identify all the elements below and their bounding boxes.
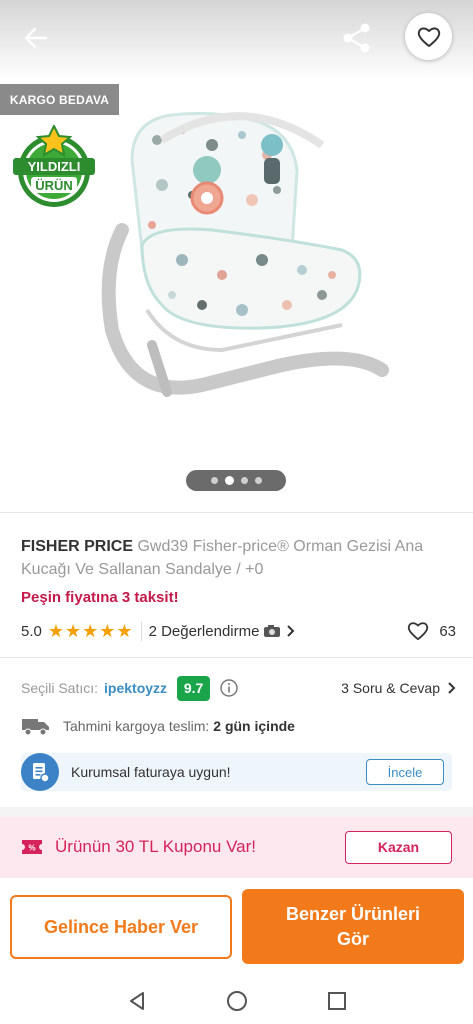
star-product-badge: YILDIZLI ÜRÜN (13, 125, 95, 207)
invoice-text: Kurumsal faturaya uygun! (71, 764, 231, 780)
share-button[interactable] (340, 22, 374, 54)
separator (140, 621, 142, 641)
shipping-label: Tahmini kargoya teslim: (63, 718, 210, 734)
top-gradient (0, 0, 473, 80)
nav-recents-icon[interactable] (326, 990, 348, 1012)
pager-dot[interactable] (210, 477, 218, 484)
qa-link-text: 3 Soru & Cevap (341, 680, 440, 696)
bottom-action-bar: Gelince Haber Ver Benzer Ürünleri Gör (0, 877, 473, 977)
free-shipping-badge: KARGO BEDAVA (0, 84, 119, 115)
star-icon: ★ (47, 621, 64, 641)
back-button[interactable] (20, 22, 52, 54)
svg-text:%: % (28, 844, 35, 853)
product-title: FISHER PRICE Gwd39 Fisher-price® Orman G… (21, 535, 461, 581)
similar-products-button[interactable]: Benzer Ürünleri Gör (242, 889, 464, 964)
pager-dot[interactable] (254, 477, 262, 484)
info-icon[interactable] (220, 679, 238, 697)
share-icon (343, 23, 370, 53)
pager-dot[interactable] (240, 477, 248, 484)
truck-icon (22, 719, 49, 736)
heart-outline-icon (408, 622, 429, 641)
arrow-left-icon (24, 27, 48, 49)
system-navigation-bar (0, 977, 473, 1024)
reviews-text: 2 Değerlendirme (148, 622, 260, 640)
nav-back-icon[interactable] (126, 990, 148, 1012)
seller-label: Seçili Satıcı: (21, 680, 99, 696)
seller-name-link[interactable]: ipektoyzz (104, 680, 167, 696)
star-icon: ★ (116, 621, 133, 641)
coupon-icon: % (22, 840, 42, 854)
invoice-inspect-button[interactable]: İncele (366, 759, 444, 785)
seller-row: Seçili Satıcı: ipektoyzz 9.7 3 Soru & Ce… (21, 675, 456, 701)
rating-stars: ★ ★ ★ ★ ★ (48, 622, 133, 640)
divider (0, 512, 473, 513)
shipping-value: 2 gün içinde (213, 718, 295, 734)
star-badge-line1: YILDIZLI (28, 159, 81, 174)
star-icon: ★ (82, 621, 99, 641)
product-image (101, 111, 389, 397)
notify-when-available-button[interactable]: Gelince Haber Ver (10, 895, 232, 959)
chevron-right-icon (287, 625, 295, 637)
favorite-count-value: 63 (439, 622, 456, 640)
product-image-gallery[interactable]: KARGO BEDAVA YILDIZLI ÜRÜN (0, 0, 473, 510)
favorite-button[interactable] (405, 13, 452, 60)
chevron-right-icon (448, 682, 456, 694)
installment-info: Peşin fiyatına 3 taksit! (21, 589, 179, 606)
product-detail-page: KARGO BEDAVA YILDIZLI ÜRÜN FISHER PRICE … (0, 0, 473, 1024)
nav-home-icon[interactable] (226, 990, 248, 1012)
invoice-icon (21, 753, 59, 791)
section-gap (0, 807, 473, 817)
seller-score-badge: 9.7 (177, 675, 211, 701)
claim-coupon-button[interactable]: Kazan (345, 830, 452, 864)
qa-link[interactable]: 3 Soru & Cevap (341, 680, 456, 696)
heart-icon (417, 27, 440, 47)
favorite-count[interactable]: 63 (407, 621, 456, 641)
rating-score: 5.0 (21, 622, 42, 640)
corporate-invoice-box: Kurumsal faturaya uygun! İncele (21, 753, 452, 791)
star-icon: ★ (65, 621, 82, 641)
product-brand: FISHER PRICE (21, 538, 134, 555)
seller-section: Seçili Satıcı: ipektoyzz 9.7 3 Soru & Ce… (0, 657, 473, 807)
shipping-estimate: Tahmini kargoya teslim: 2 gün içinde (21, 716, 295, 736)
pager-dot-active[interactable] (224, 476, 234, 485)
star-badge-line2: ÜRÜN (35, 178, 73, 193)
rating-row: 5.0 ★ ★ ★ ★ ★ 2 Değerlendirme 63 (21, 620, 456, 642)
image-pager[interactable] (186, 470, 286, 491)
reviews-link[interactable]: 2 Değerlendirme (149, 623, 296, 640)
coupon-text: Ürünün 30 TL Kuponu Var! (55, 837, 256, 856)
star-icon: ★ (99, 621, 116, 641)
camera-icon (264, 625, 281, 637)
coupon-banner: % Ürünün 30 TL Kuponu Var! Kazan (0, 817, 473, 877)
